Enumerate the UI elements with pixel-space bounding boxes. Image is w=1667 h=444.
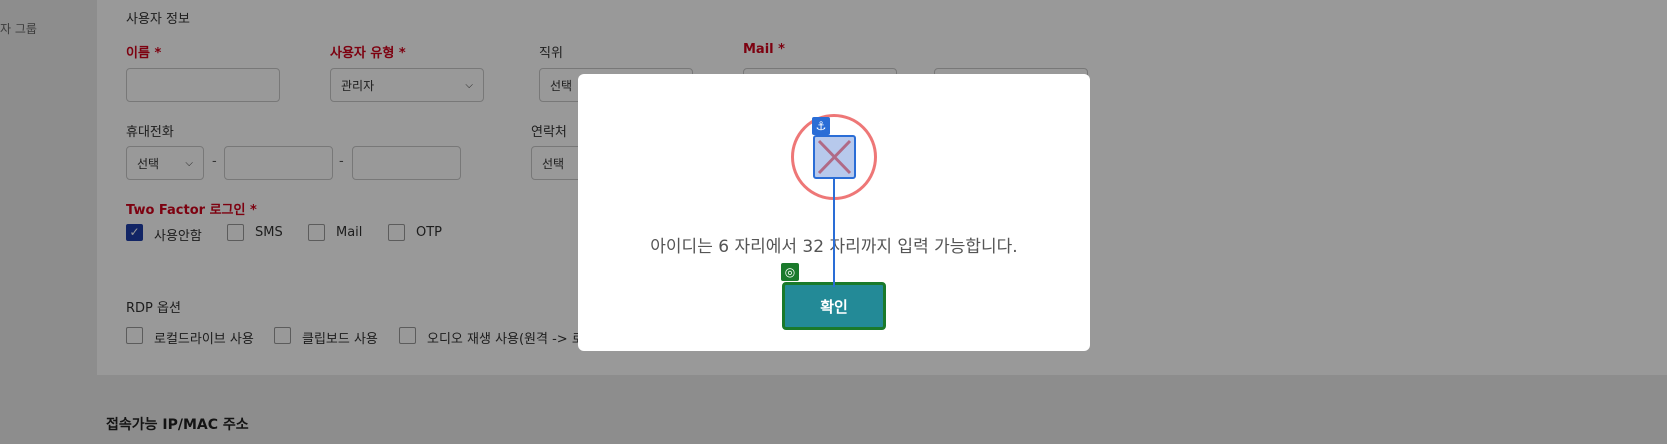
anchor-icon: ⚓ xyxy=(812,117,830,135)
annotation-connector-line xyxy=(833,179,835,287)
confirm-button[interactable]: 확인 xyxy=(782,282,886,330)
target-icon: ◎ xyxy=(781,263,799,281)
close-icon xyxy=(813,135,856,179)
